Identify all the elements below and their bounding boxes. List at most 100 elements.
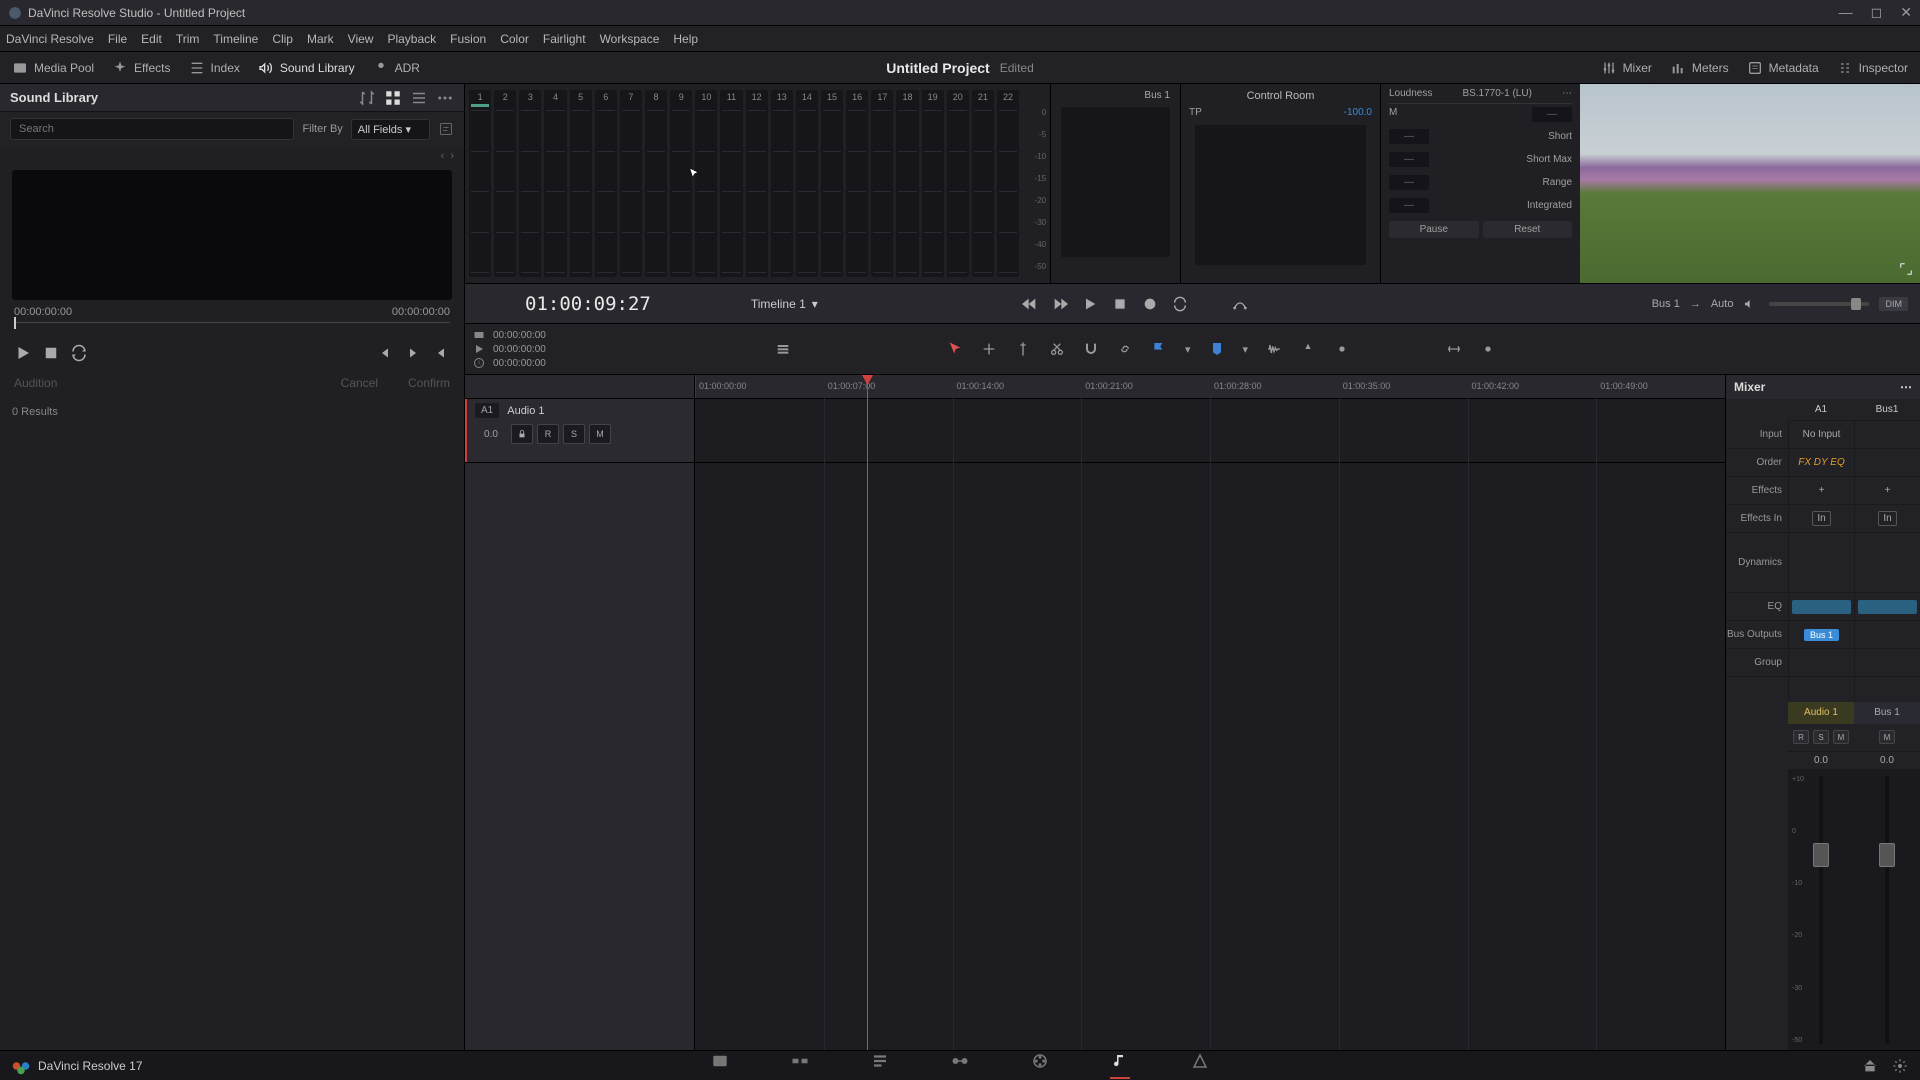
options-icon[interactable]: ⋯ — [1562, 88, 1572, 99]
menu-item[interactable]: Mark — [307, 32, 334, 46]
menu-item[interactable]: Color — [500, 32, 529, 46]
group-select[interactable] — [1855, 649, 1920, 677]
mute-button[interactable]: M — [589, 424, 611, 444]
search-input[interactable] — [10, 118, 294, 140]
record-icon[interactable] — [1142, 296, 1158, 312]
options-icon[interactable]: ⋯ — [1900, 380, 1912, 394]
audition-button[interactable]: Audition — [14, 376, 57, 390]
arm-button[interactable]: R — [537, 424, 559, 444]
menu-item[interactable]: Workspace — [600, 32, 660, 46]
expand-icon[interactable] — [1898, 261, 1914, 277]
fader[interactable] — [1854, 770, 1920, 1051]
fairlight-page-icon[interactable] — [1110, 1052, 1130, 1070]
clip-marker-icon[interactable] — [1334, 341, 1350, 357]
fader-gain[interactable]: 0.0 — [1788, 752, 1854, 770]
fader-handle[interactable] — [1879, 843, 1895, 867]
menu-item[interactable]: Timeline — [213, 32, 258, 46]
stop-icon[interactable] — [42, 344, 60, 362]
timeline-canvas[interactable]: 01:00:00:00 01:00:07:00 01:00:14:00 01:0… — [695, 375, 1725, 1050]
sound-library-button[interactable]: Sound Library — [258, 60, 355, 76]
play-icon[interactable] — [1082, 296, 1098, 312]
bus-output-label[interactable]: Bus 1 — [1652, 298, 1680, 310]
settings-icon[interactable] — [1892, 1058, 1908, 1074]
filter-options-icon[interactable] — [438, 121, 454, 137]
prev-icon[interactable]: ‹ — [441, 150, 445, 162]
preview-scrubber[interactable] — [14, 322, 450, 336]
menu-item[interactable]: View — [348, 32, 374, 46]
volume-slider[interactable] — [1769, 302, 1869, 306]
dim-button[interactable]: DIM — [1879, 297, 1908, 311]
lock-button[interactable] — [511, 424, 533, 444]
main-timecode[interactable]: 01:00:09:27 — [525, 293, 651, 315]
input-select[interactable]: No Input — [1789, 421, 1854, 449]
loop-icon[interactable] — [70, 344, 88, 362]
marker-icon[interactable] — [1209, 341, 1225, 357]
track-name[interactable]: Audio 1 — [507, 405, 544, 417]
media-page-icon[interactable] — [710, 1052, 730, 1070]
input-select[interactable] — [1855, 421, 1920, 449]
cut-page-icon[interactable] — [790, 1052, 810, 1070]
link-icon[interactable] — [1117, 341, 1133, 357]
track-gain[interactable]: 0.0 — [475, 429, 507, 440]
snap-icon[interactable] — [1083, 341, 1099, 357]
edit-page-icon[interactable] — [870, 1052, 890, 1070]
solo-button[interactable]: S — [1813, 730, 1829, 744]
fusion-page-icon[interactable] — [950, 1052, 970, 1070]
menu-item[interactable]: File — [108, 32, 127, 46]
inspector-button[interactable]: Inspector — [1837, 60, 1908, 76]
fader-gain[interactable]: 0.0 — [1854, 752, 1920, 770]
order-display[interactable] — [1855, 449, 1920, 477]
timeline-selector[interactable]: Timeline 1 ▾ — [751, 297, 818, 311]
adr-button[interactable]: ADR — [373, 60, 420, 76]
menu-item[interactable]: DaVinci Resolve — [6, 32, 94, 46]
menu-item[interactable]: Clip — [272, 32, 293, 46]
color-page-icon[interactable] — [1030, 1052, 1050, 1070]
home-icon[interactable] — [1862, 1058, 1878, 1074]
menu-item[interactable]: Fusion — [450, 32, 486, 46]
eq-display[interactable] — [1789, 593, 1854, 621]
close-icon[interactable]: ✕ — [1900, 4, 1912, 21]
fast-forward-icon[interactable] — [1052, 296, 1068, 312]
next-icon[interactable]: › — [450, 150, 454, 162]
marker-tool-icon[interactable] — [1015, 341, 1031, 357]
menu-item[interactable]: Fairlight — [543, 32, 586, 46]
dynamics-display[interactable] — [1855, 533, 1920, 593]
range-tool-icon[interactable] — [981, 341, 997, 357]
pause-button[interactable]: Pause — [1389, 221, 1479, 238]
fader-handle[interactable] — [1813, 843, 1829, 867]
effects-button[interactable]: Effects — [112, 60, 170, 76]
group-select[interactable] — [1789, 649, 1854, 677]
rewind-icon[interactable] — [1022, 296, 1038, 312]
next-frame-icon[interactable] — [432, 344, 450, 362]
track-header[interactable]: A1 Audio 1 0.0 R S M — [465, 399, 694, 462]
reset-button[interactable]: Reset — [1483, 221, 1573, 238]
stop-icon[interactable] — [1112, 296, 1128, 312]
flag-icon[interactable] — [1151, 341, 1167, 357]
speaker-icon[interactable] — [1743, 296, 1759, 312]
grid-view-icon[interactable] — [384, 89, 402, 107]
zoom-horizontal-icon[interactable] — [1446, 341, 1462, 357]
zoom-slider-icon[interactable] — [1480, 341, 1496, 357]
minimize-icon[interactable]: — — [1839, 4, 1853, 21]
eq-display[interactable] — [1855, 593, 1920, 621]
pointer-tool-icon[interactable] — [947, 341, 963, 357]
mute-button[interactable]: M — [1879, 730, 1895, 744]
in-point-icon[interactable] — [376, 344, 394, 362]
maximize-icon[interactable]: ◻ — [1871, 4, 1883, 21]
fader[interactable]: +100-10-20-30-50 — [1788, 770, 1854, 1051]
timeline-options-icon[interactable] — [775, 341, 791, 357]
effects-in-button[interactable]: In — [1855, 505, 1920, 533]
transient-icon[interactable] — [1300, 341, 1316, 357]
metadata-button[interactable]: Metadata — [1747, 60, 1819, 76]
confirm-button[interactable]: Confirm — [408, 376, 450, 390]
bus-output-chip[interactable]: Bus 1 — [1789, 621, 1854, 649]
cancel-button[interactable]: Cancel — [341, 376, 378, 390]
media-pool-button[interactable]: Media Pool — [12, 60, 94, 76]
waveform-icon[interactable] — [1266, 341, 1282, 357]
add-effect-button[interactable]: + — [1855, 477, 1920, 505]
solo-button[interactable]: S — [563, 424, 585, 444]
loop-icon[interactable] — [1172, 296, 1188, 312]
mute-button[interactable]: M — [1833, 730, 1849, 744]
arm-button[interactable]: R — [1793, 730, 1809, 744]
menu-item[interactable]: Help — [673, 32, 698, 46]
